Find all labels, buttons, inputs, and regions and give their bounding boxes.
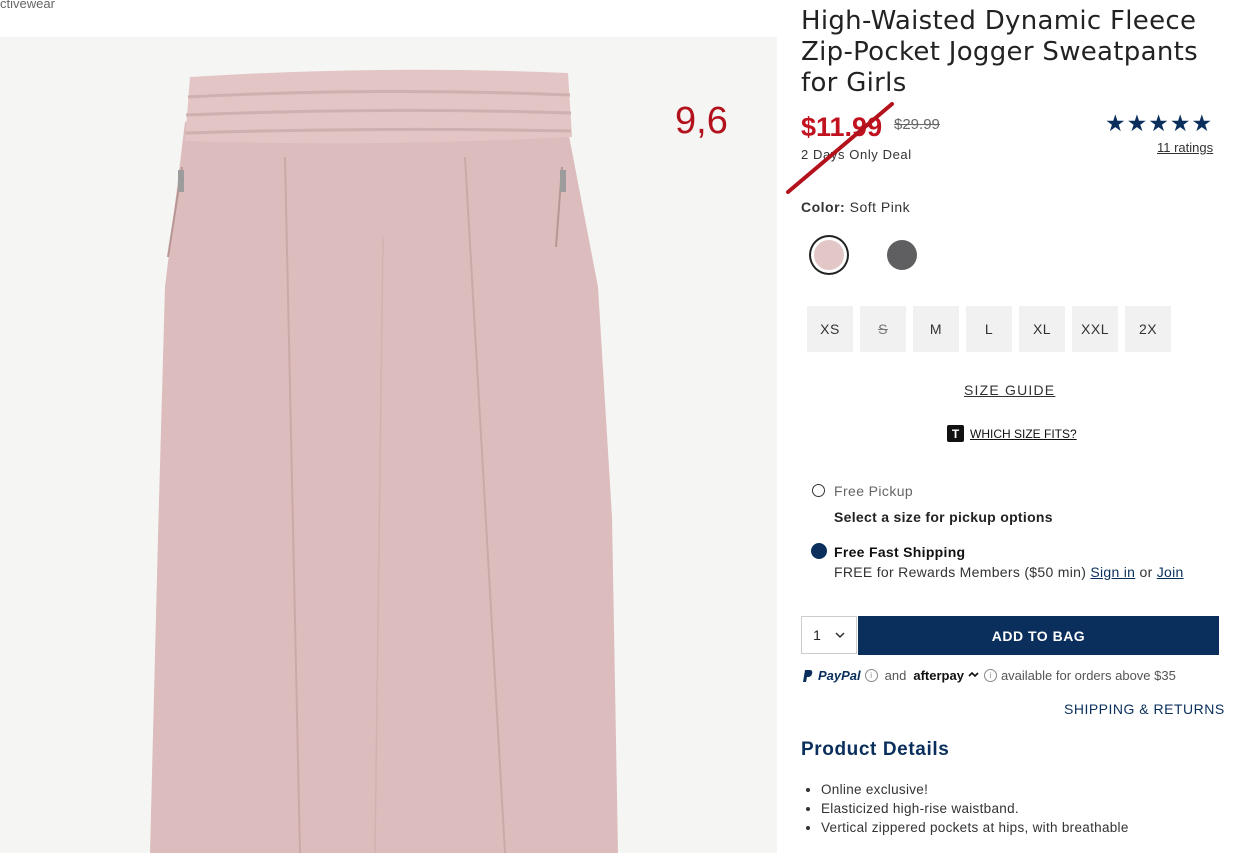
star-rating-icon: ★★★★★ [1105, 110, 1214, 136]
product-details-list: Online exclusive! Elasticized high-rise … [805, 780, 1129, 837]
shipping-note: FREE for Rewards Members ($50 min) Sign … [834, 564, 1184, 580]
swatch-soft-pink[interactable] [814, 240, 844, 270]
color-value: Soft Pink [849, 199, 911, 215]
which-size-fits[interactable]: T WHICH SIZE FITS? [947, 425, 1077, 442]
original-price: $29.99 [894, 116, 940, 133]
size-selector: XS S M L XL XXL 2X [807, 306, 1171, 352]
annotation-label: 9,6 [675, 100, 728, 142]
breadcrumb[interactable]: ctivewear [0, 0, 55, 11]
which-size-link[interactable]: WHICH SIZE FITS? [970, 427, 1077, 441]
t-badge-icon: T [947, 425, 964, 442]
pickup-radio[interactable] [812, 484, 825, 497]
size-2x[interactable]: 2X [1125, 306, 1171, 352]
product-details-heading[interactable]: Product Details [801, 739, 949, 761]
list-item: Vertical zippered pockets at hips, with … [821, 818, 1129, 837]
quantity-value: 1 [813, 627, 821, 643]
swatch-gray[interactable] [887, 240, 917, 270]
payment-note: available for orders above $35 [1000, 668, 1176, 683]
pickup-label: Free Pickup [834, 483, 914, 499]
paypal-label: PayPal [818, 668, 861, 683]
size-s[interactable]: S [860, 306, 906, 352]
deal-label: 2 Days Only Deal [801, 147, 912, 162]
info-icon[interactable]: i [864, 669, 878, 682]
size-m[interactable]: M [913, 306, 959, 352]
sweatpants-illustration [150, 69, 618, 853]
shipping-note-text: FREE for Rewards Members ($50 min) [834, 564, 1087, 580]
size-l[interactable]: L [966, 306, 1012, 352]
list-item: Elasticized high-rise waistband. [821, 799, 1129, 818]
info-icon[interactable]: i [983, 669, 997, 682]
or-text: or [1139, 564, 1153, 580]
add-to-bag-button[interactable]: ADD TO BAG [858, 616, 1219, 655]
size-xl[interactable]: XL [1019, 306, 1065, 352]
color-label: Color: Soft Pink [801, 199, 910, 215]
shipping-radio[interactable] [811, 543, 827, 559]
sale-price: $11.99 [801, 112, 883, 142]
chevron-down-icon [835, 631, 845, 638]
afterpay-label: afterpay [913, 668, 964, 683]
shipping-returns-link[interactable]: SHIPPING & RETURNS [1064, 701, 1225, 717]
ratings-link[interactable]: 11 ratings [1157, 140, 1213, 155]
size-xs[interactable]: XS [807, 306, 853, 352]
paypal-icon [803, 669, 813, 682]
product-title: High-Waisted Dynamic Fleece Zip-Pocket J… [801, 6, 1198, 98]
size-xxl[interactable]: XXL [1072, 306, 1118, 352]
afterpay-icon [968, 671, 979, 677]
join-link[interactable]: Join [1157, 564, 1184, 580]
shipping-label: Free Fast Shipping [834, 544, 966, 560]
list-item: Online exclusive! [821, 780, 1129, 799]
sign-in-link[interactable]: Sign in [1090, 564, 1135, 580]
color-label-key: Color: [801, 199, 846, 215]
quantity-select[interactable]: 1 [801, 616, 857, 654]
size-guide-link[interactable]: SIZE GUIDE [964, 382, 1055, 398]
pickup-note: Select a size for pickup options [834, 509, 1053, 525]
and-text: and [884, 668, 907, 683]
payment-options: PayPal i and afterpay i available for or… [802, 668, 1176, 683]
product-image[interactable] [0, 37, 777, 853]
